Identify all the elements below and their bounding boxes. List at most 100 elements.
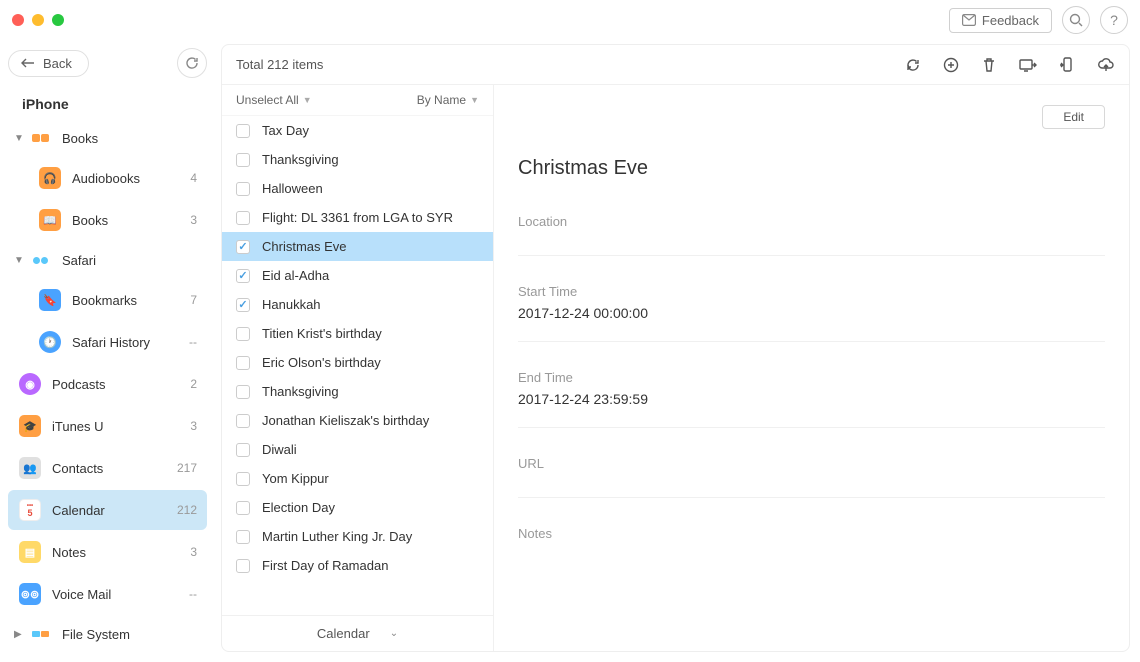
list-row[interactable]: Hanukkah	[222, 290, 493, 319]
checkbox[interactable]	[236, 356, 250, 370]
checkbox[interactable]	[236, 559, 250, 573]
list-row[interactable]: First Day of Ramadan	[222, 551, 493, 580]
sidebar-item-count: --	[189, 335, 197, 349]
sidebar-item-audiobooks[interactable]: 🎧 Audiobooks 4	[8, 158, 207, 198]
event-detail: Edit Christmas Eve Location Start Time 2…	[494, 85, 1129, 651]
list-row[interactable]: Flight: DL 3361 from LGA to SYR	[222, 203, 493, 232]
history-icon: 🕐	[38, 330, 62, 354]
help-button[interactable]: ?	[1100, 6, 1128, 34]
question-icon: ?	[1110, 12, 1118, 28]
list-row[interactable]: Martin Luther King Jr. Day	[222, 522, 493, 551]
sidebar-group-books[interactable]: ▼ Books	[8, 120, 207, 156]
sidebar-item-notes[interactable]: ▤ Notes 3	[8, 532, 207, 572]
sidebar-item-itunes-u[interactable]: 🎓 iTunes U 3	[8, 406, 207, 446]
start-time-label: Start Time	[518, 284, 1105, 299]
list-row[interactable]: Thanksgiving	[222, 145, 493, 174]
sidebar-item-count: 4	[190, 171, 197, 185]
refresh-button[interactable]	[177, 48, 207, 78]
sidebar-group-safari[interactable]: ▼ Safari	[8, 242, 207, 278]
sidebar-item-safari-history[interactable]: 🕐 Safari History --	[8, 322, 207, 362]
list-row-label: Christmas Eve	[262, 239, 347, 254]
checkbox[interactable]	[236, 385, 250, 399]
unselect-all-button[interactable]: Unselect All ▼	[236, 93, 312, 107]
sidebar-item-label: Audiobooks	[72, 171, 190, 186]
list-row[interactable]: Christmas Eve	[222, 232, 493, 261]
list-row-label: Eid al-Adha	[262, 268, 329, 283]
chevron-down-icon: ▼	[470, 95, 479, 105]
list-row[interactable]: Thanksgiving	[222, 377, 493, 406]
feedback-button[interactable]: Feedback	[949, 8, 1052, 33]
window-controls	[12, 14, 64, 26]
search-button[interactable]	[1062, 6, 1090, 34]
sidebar-item-label: Safari History	[72, 335, 189, 350]
checkbox[interactable]	[236, 530, 250, 544]
list-row-label: Diwali	[262, 442, 297, 457]
sidebar-item-books[interactable]: 📖 Books 3	[8, 200, 207, 240]
bookmarks-icon: 🔖	[38, 288, 62, 312]
sidebar-item-count: 212	[177, 503, 197, 517]
itunes-u-icon: 🎓	[18, 414, 42, 438]
list-row[interactable]: Halloween	[222, 174, 493, 203]
books-icon	[28, 126, 52, 150]
sidebar-item-label: Podcasts	[52, 377, 190, 392]
sidebar-item-podcasts[interactable]: ◉ Podcasts 2	[8, 364, 207, 404]
list-row-label: Halloween	[262, 181, 323, 196]
podcasts-icon: ◉	[18, 372, 42, 396]
sidebar-item-contacts[interactable]: 👥 Contacts 217	[8, 448, 207, 488]
edit-button[interactable]: Edit	[1042, 105, 1105, 129]
back-button[interactable]: Back	[8, 50, 89, 77]
list-row-label: Titien Krist's birthday	[262, 326, 382, 341]
minimize-window-button[interactable]	[32, 14, 44, 26]
checkbox[interactable]	[236, 414, 250, 428]
chevron-down-icon: ▼	[14, 255, 24, 266]
sidebar-group-safari-label: Safari	[62, 253, 96, 268]
titlebar: Feedback ?	[0, 0, 1140, 40]
refresh-icon[interactable]	[905, 57, 921, 73]
close-window-button[interactable]	[12, 14, 24, 26]
list-row[interactable]: Tax Day	[222, 116, 493, 145]
list-row[interactable]: Eid al-Adha	[222, 261, 493, 290]
sidebar-group-file-system[interactable]: ▶ File System	[8, 616, 207, 652]
checkbox[interactable]	[236, 211, 250, 225]
checkbox[interactable]	[236, 443, 250, 457]
checkbox[interactable]	[236, 472, 250, 486]
sidebar-group-books-label: Books	[62, 131, 98, 146]
list-row[interactable]: Jonathan Kieliszak's birthday	[222, 406, 493, 435]
book-icon: 📖	[38, 208, 62, 232]
sidebar-group-file-system-label: File System	[62, 627, 130, 642]
list-row[interactable]: Titien Krist's birthday	[222, 319, 493, 348]
sidebar-item-calendar[interactable]: •••5 Calendar 212	[8, 490, 207, 530]
audiobooks-icon: 🎧	[38, 166, 62, 190]
checkbox[interactable]	[236, 298, 250, 312]
checkbox[interactable]	[236, 124, 250, 138]
sidebar-item-count: 7	[190, 293, 197, 307]
checkbox[interactable]	[236, 182, 250, 196]
list-row[interactable]: Election Day	[222, 493, 493, 522]
sidebar-item-voice-mail[interactable]: ⊚⊚ Voice Mail --	[8, 574, 207, 614]
checkbox[interactable]	[236, 153, 250, 167]
list-row[interactable]: Eric Olson's birthday	[222, 348, 493, 377]
checkbox[interactable]	[236, 327, 250, 341]
to-device-icon[interactable]	[1019, 57, 1037, 73]
to-cloud-icon[interactable]	[1097, 57, 1115, 73]
checkbox[interactable]	[236, 269, 250, 283]
sidebar-item-label: Notes	[52, 545, 190, 560]
list-row-label: Yom Kippur	[262, 471, 329, 486]
events-list[interactable]: Tax DayThanksgivingHalloweenFlight: DL 3…	[222, 116, 493, 615]
sort-button[interactable]: By Name ▼	[417, 93, 479, 107]
zoom-window-button[interactable]	[52, 14, 64, 26]
list-footer[interactable]: Calendar ⌄	[222, 615, 493, 651]
add-icon[interactable]	[943, 57, 959, 73]
list-row-label: Jonathan Kieliszak's birthday	[262, 413, 429, 428]
sidebar-item-bookmarks[interactable]: 🔖 Bookmarks 7	[8, 280, 207, 320]
file-system-icon	[28, 622, 52, 646]
sidebar-item-label: Contacts	[52, 461, 177, 476]
list-row[interactable]: Yom Kippur	[222, 464, 493, 493]
url-label: URL	[518, 456, 1105, 471]
checkbox[interactable]	[236, 501, 250, 515]
list-row[interactable]: Diwali	[222, 435, 493, 464]
sidebar-item-label: iTunes U	[52, 419, 190, 434]
checkbox[interactable]	[236, 240, 250, 254]
to-phone-icon[interactable]	[1059, 57, 1075, 73]
delete-icon[interactable]	[981, 57, 997, 73]
